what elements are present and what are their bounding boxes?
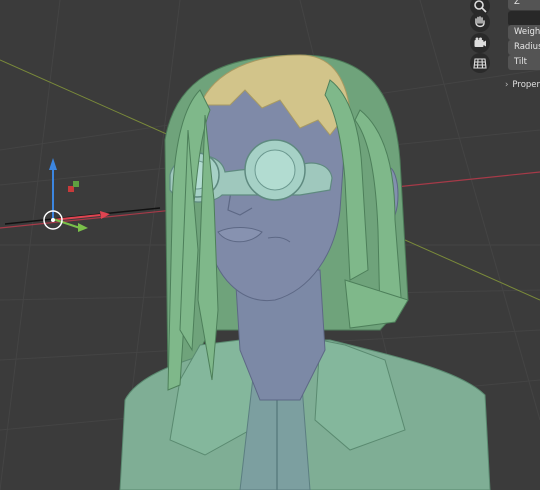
- axis-z-field[interactable]: Z: [508, 0, 540, 10]
- properties-section-header[interactable]: ›Propert: [505, 77, 540, 93]
- empty-value-field[interactable]: [508, 11, 540, 26]
- tilt-field[interactable]: Tilt: [508, 55, 540, 70]
- chevron-right-icon: ›: [505, 80, 509, 90]
- grid-toggle-button[interactable]: [470, 53, 490, 73]
- pan-button[interactable]: [470, 12, 490, 32]
- properties-label: Propert: [512, 80, 540, 90]
- 3d-viewport[interactable]: [0, 0, 540, 490]
- grid-toggle-icon: [473, 58, 487, 69]
- hand-pan-icon: [475, 16, 485, 28]
- weight-field[interactable]: Weight: [508, 25, 540, 40]
- camera-view-button[interactable]: [470, 33, 490, 53]
- camera-icon: [474, 37, 486, 47]
- radius-field[interactable]: Radius: [508, 40, 540, 55]
